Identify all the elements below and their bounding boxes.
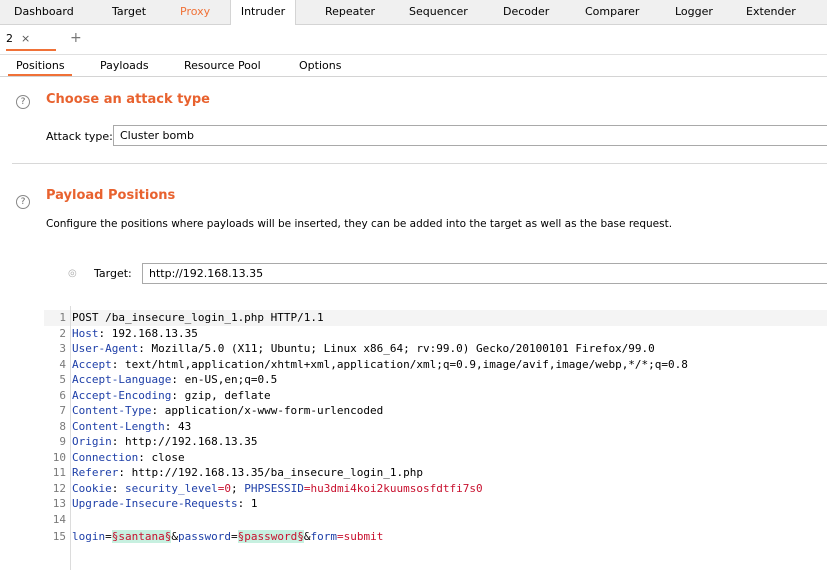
attack-tab-2[interactable]: 2 × — [6, 32, 30, 45]
tab-comparer[interactable]: Comparer — [585, 0, 639, 25]
main-tab-bar: Dashboard Target Proxy Intruder Repeater… — [0, 0, 827, 26]
tab-dashboard[interactable]: Dashboard — [14, 0, 74, 25]
request-line: 8 Content-Length: 43 — [59, 419, 192, 433]
request-line: 12 Cookie: security_level=0; PHPSESSID=hu… — [52, 481, 483, 495]
tab-extender[interactable]: Extender — [746, 0, 796, 25]
tab-decoder[interactable]: Decoder — [503, 0, 549, 25]
tab-intruder[interactable]: Intruder — [230, 0, 296, 26]
target-crosshair-icon: ◎ — [68, 268, 77, 279]
request-line: 4 Accept: text/html,application/xhtml+xml… — [59, 357, 688, 371]
tab-logger[interactable]: Logger — [675, 0, 713, 25]
tab-sequencer[interactable]: Sequencer — [409, 0, 468, 25]
request-line: 14 — [52, 512, 66, 526]
attack-tab-label: 2 — [6, 32, 13, 45]
request-line: 3 User-Agent: Mozilla/5.0 (X11; Ubuntu; L… — [59, 342, 655, 355]
attack-type-heading: Choose an attack type — [46, 92, 210, 107]
request-line: 2 Host: 192.168.13.35 — [59, 326, 198, 340]
payload-positions-description: Configure the positions where payloads w… — [46, 218, 673, 230]
attack-tab-bar: 2 × + — [0, 25, 827, 55]
add-tab-icon[interactable]: + — [70, 30, 82, 46]
payload-positions-heading: Payload Positions — [46, 188, 176, 203]
section-divider — [12, 163, 827, 164]
tab-resource-pool[interactable]: Resource Pool — [184, 59, 261, 72]
attack-type-select[interactable]: Cluster bomb — [113, 125, 827, 146]
attack-type-label: Attack type: — [46, 130, 113, 143]
target-input[interactable]: http://192.168.13.35 — [142, 263, 827, 284]
request-line: 1 POST /ba_insecure_login_1.php HTTP/1.1 — [44, 310, 827, 326]
request-line: 13 Upgrade-Insecure-Requests: 1 — [52, 497, 258, 510]
inner-tab-indicator — [8, 74, 72, 76]
tab-options[interactable]: Options — [299, 59, 341, 72]
tab-proxy[interactable]: Proxy — [180, 0, 210, 25]
payload-marker[interactable]: §password§ — [237, 530, 304, 543]
help-icon[interactable]: ? — [16, 195, 30, 209]
attack-tab-indicator — [6, 49, 56, 51]
request-line: 10 Connection: close — [52, 450, 185, 464]
request-line: 7 Content-Type: application/x-www-form-ur… — [59, 404, 384, 417]
request-line: 6 Accept-Encoding: gzip, deflate — [59, 388, 271, 402]
request-line: 15 login=§santana§&password=§password§&fo… — [52, 530, 384, 543]
tab-positions[interactable]: Positions — [16, 59, 65, 72]
request-line: 5 Accept-Language: en-US,en;q=0.5 — [59, 373, 278, 386]
editor-gutter-divider — [70, 306, 71, 570]
request-editor[interactable]: 1 POST /ba_insecure_login_1.php HTTP/1.1 … — [44, 306, 827, 570]
help-icon[interactable]: ? — [16, 95, 30, 109]
tab-target[interactable]: Target — [112, 0, 146, 25]
payload-marker[interactable]: §santana§ — [111, 530, 172, 543]
tab-payloads[interactable]: Payloads — [100, 59, 149, 72]
close-icon[interactable]: × — [21, 32, 30, 45]
target-label: Target: — [94, 267, 132, 280]
request-line: 11 Referer: http://192.168.13.35/ba_insec… — [52, 466, 423, 479]
request-line: 9 Origin: http://192.168.13.35 — [59, 435, 258, 448]
intruder-inner-tabs: Positions Payloads Resource Pool Options — [0, 55, 827, 77]
tab-repeater[interactable]: Repeater — [325, 0, 375, 25]
